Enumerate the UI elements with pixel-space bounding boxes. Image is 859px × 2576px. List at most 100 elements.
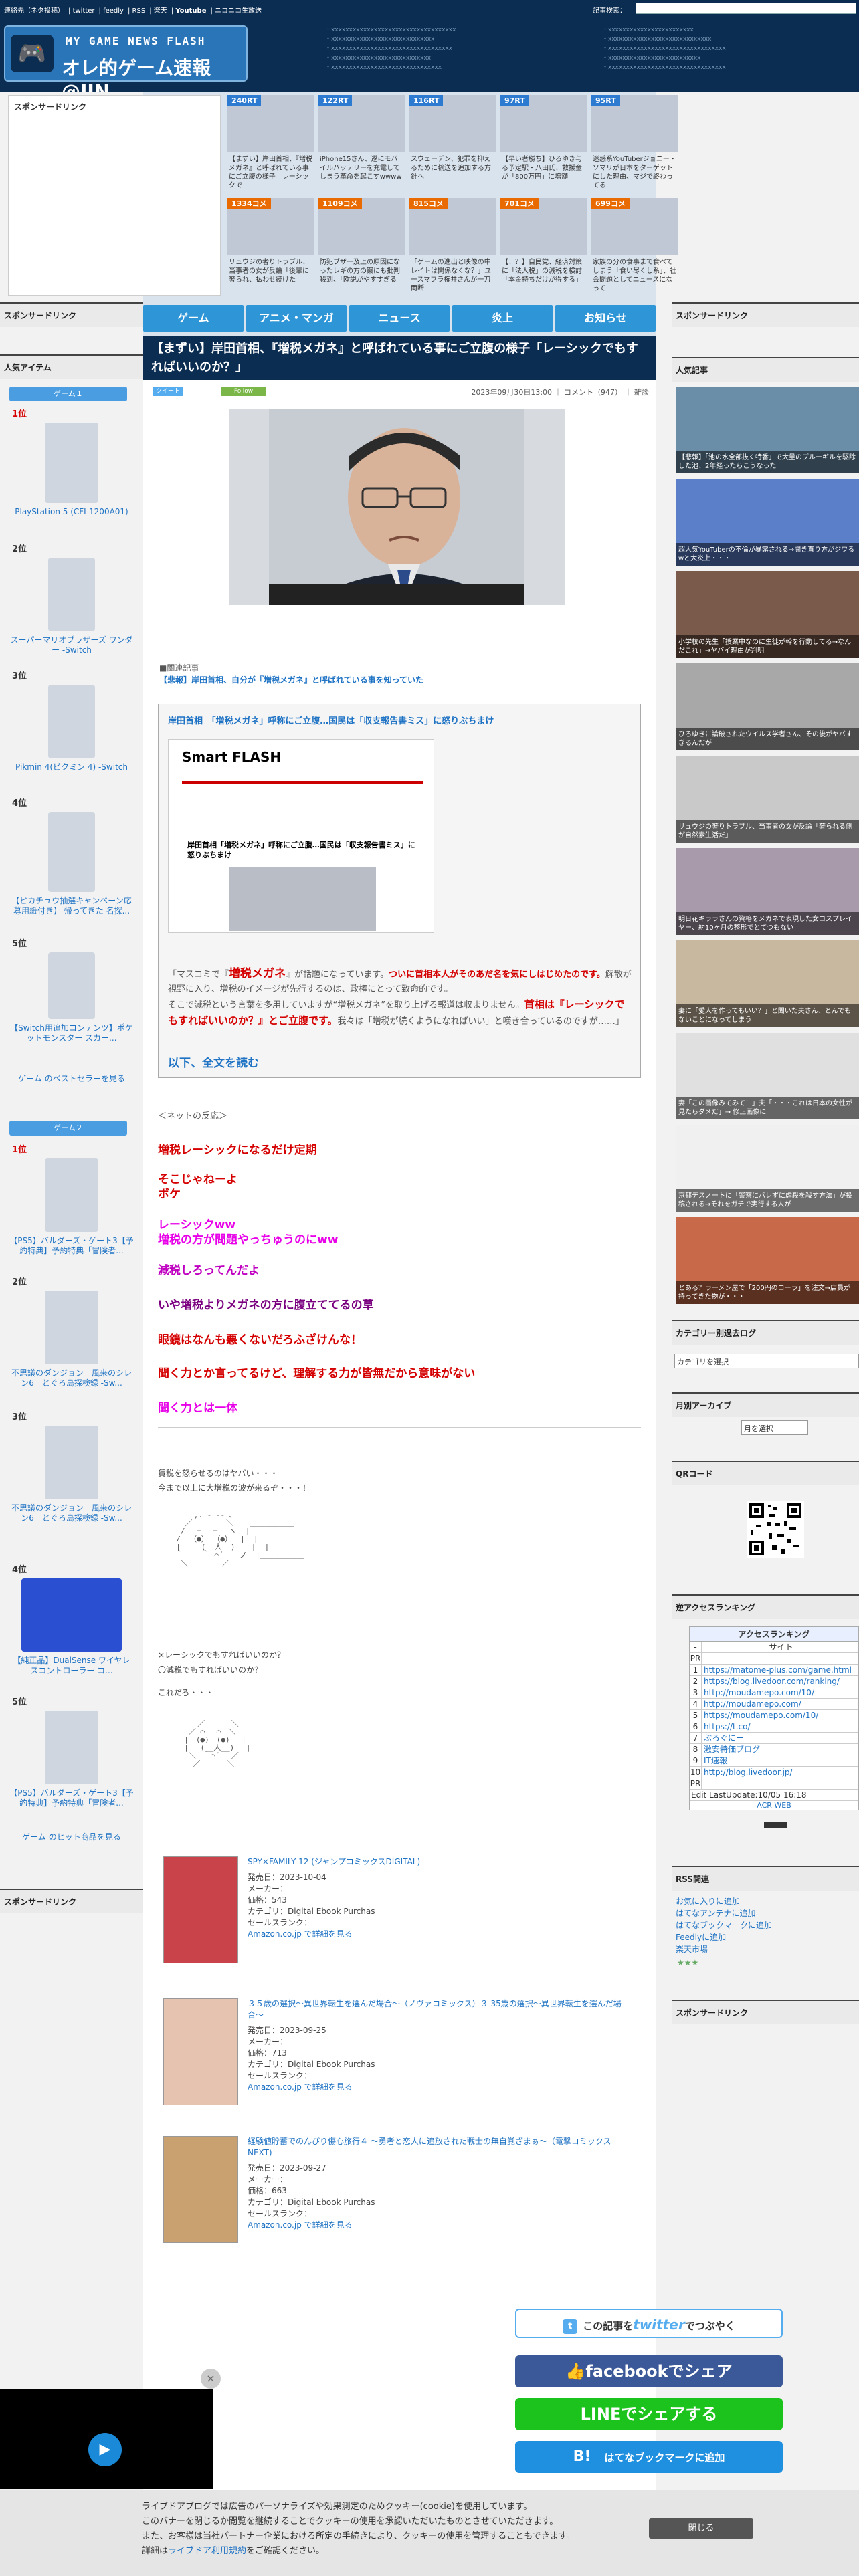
top-link-youtube[interactable]: Youtube bbox=[175, 7, 206, 15]
rss-link[interactable]: お気に入りに追加 bbox=[676, 1895, 772, 1907]
top-link-twitter[interactable]: twitter bbox=[73, 7, 95, 15]
ranking-site[interactable]: http://blog.livedoor.jp/ bbox=[702, 1767, 793, 1778]
game2-more-link[interactable]: ゲーム のヒット商品を見る bbox=[9, 1831, 134, 1842]
product-item[interactable]: 不思議のダンジョン 風来のシレン6 とぐろ島探検録 -Sw... bbox=[9, 1291, 134, 1388]
popular-article[interactable]: 明日花キララさんの資格をメガネで表現した女コスプレイヤー、約10ヶ月の整形でとて… bbox=[676, 848, 859, 935]
nav-flame[interactable]: 炎上 bbox=[452, 305, 553, 332]
rss-link[interactable]: 楽天市場 bbox=[676, 1943, 772, 1955]
follow-button[interactable]: Follow bbox=[221, 387, 266, 396]
product-item[interactable]: 【ピカチュウ抽選キャンペーン応募用紙付き】 帰ってきた 名探... bbox=[9, 812, 134, 916]
ranking-site[interactable]: 激安特価ブログ bbox=[702, 1744, 760, 1755]
product-title[interactable]: ３５歳の選択～異世界転生を選んだ場合～（ノヴァコミックス）３ 35歳の選択～異世… bbox=[248, 1998, 629, 2021]
ranking-site[interactable]: http://moudamepo.com/ bbox=[702, 1699, 801, 1709]
popular-article[interactable]: ひろゆきに論破されたウイルス学者さん、その後がヤバすぎるんだが bbox=[676, 663, 859, 750]
product-item[interactable]: スーパーマリオブラザーズ ワンダー -Switch bbox=[9, 558, 134, 655]
ranking-row[interactable]: 1 https://matome-plus.com/game.html bbox=[690, 1665, 858, 1676]
top-link-rakuten[interactable]: 楽天 bbox=[154, 7, 167, 15]
video-player[interactable]: × ▶ bbox=[0, 2369, 221, 2489]
top-link-niconico[interactable]: ニコニコ生放送 bbox=[215, 7, 262, 15]
ranking-row[interactable]: 6 https://t.co/ bbox=[690, 1721, 858, 1733]
feature-card[interactable]: 1109コメ 防犯ブザー及上の原因になったレギの方の案にも批判殺到、「欧説がやすす… bbox=[318, 198, 405, 285]
close-icon[interactable]: × bbox=[201, 2369, 221, 2389]
ranking-site[interactable]: https://t.co/ bbox=[702, 1721, 751, 1732]
ranking-site[interactable]: https://moudamepo.com/10/ bbox=[702, 1710, 818, 1721]
popular-article[interactable]: 京都デスノートに「警察にバレずに虐殺を殺す方法」が投稿される→それをガチで実行す… bbox=[676, 1125, 859, 1212]
feature-card[interactable]: 1334コメ リュウジの奢りトラブル、当事者の女が反論「後輩に奢られ、払わせ続けた bbox=[227, 198, 314, 285]
product-item[interactable]: Pikmin 4(ピクミン 4) -Switch bbox=[9, 685, 134, 772]
ranking-row[interactable]: 5 https://moudamepo.com/10/ bbox=[690, 1710, 858, 1721]
product-cover[interactable] bbox=[163, 1998, 238, 2105]
nav-game[interactable]: ゲーム bbox=[143, 305, 244, 332]
feature-card[interactable]: 240RT 【まずい】岸田首相、『増税メガネ』と呼ばれている事にご立腹の様子「レー… bbox=[227, 95, 314, 189]
nav-anime-manga[interactable]: アニメ・マンガ bbox=[246, 305, 347, 332]
hatena-share-button[interactable]: B! はてなブックマークに追加 bbox=[515, 2441, 783, 2473]
product-item[interactable]: 【純正品】DualSense ワイヤレスコントローラー コ... bbox=[9, 1578, 134, 1676]
popular-article[interactable]: 妻「この画像みてみて！」夫「・・・これは日本の女性が見たらダメだ」→ 修正画像に bbox=[676, 1033, 859, 1119]
related-link[interactable]: 【悲報】岸田首相、自分が『増税メガネ』と呼ばれている事を知っていた bbox=[159, 674, 423, 685]
top-link-feedly[interactable]: feedly bbox=[103, 7, 124, 15]
ranking-row[interactable]: 4 http://moudamepo.com/ bbox=[690, 1699, 858, 1710]
category-select[interactable]: カテゴリを選択 bbox=[674, 1354, 859, 1368]
product-item[interactable]: 不思議のダンジョン 風来のシレン6 とぐろ島探検録 -Sw... bbox=[9, 1426, 134, 1523]
ranking-site[interactable]: http://moudamepo.com/10/ bbox=[702, 1687, 814, 1698]
feature-card[interactable]: 815コメ 「ゲームの進出と映像の中レイトは関係なくな？」ユースマフラ権井さんが一… bbox=[409, 198, 496, 292]
product-title[interactable]: 経験値貯蓄でのんびり傷心旅行４ ～勇者と恋人に追放された戦士の無自覚ざまぁ～（電… bbox=[248, 2136, 629, 2159]
feature-card[interactable]: 95RT 迷惑系YouTuberジョニー・ソマリが日本をターゲットにした理由、マジ… bbox=[591, 95, 678, 189]
top-link-contact[interactable]: 連絡先（ネタ投稿） bbox=[4, 7, 64, 15]
ranking-row[interactable]: 8 激安特価ブログ bbox=[690, 1744, 858, 1755]
game1-more-link[interactable]: ゲーム のベストセラーを見る bbox=[9, 1073, 134, 1084]
ranking-site[interactable]: https://matome-plus.com/game.html bbox=[702, 1665, 852, 1675]
product-item[interactable]: 【Switch用追加コンテンツ】ポケットモンスター スカー... bbox=[9, 952, 134, 1043]
product-item[interactable]: 【PS5】バルダーズ・ゲート3【予約特典】予約特典「冒険者... bbox=[9, 1711, 134, 1808]
rss-link[interactable]: はてなブックマークに追加 bbox=[676, 1919, 772, 1931]
ranking-site[interactable]: IT速報 bbox=[702, 1755, 727, 1766]
popular-article[interactable]: 超人気YouTuberの不倫が暴露される→開き直り方がジワるwと大炎上・・・ bbox=[676, 479, 859, 566]
product-cover[interactable] bbox=[163, 1856, 238, 1963]
article-main-photo bbox=[229, 409, 565, 605]
popular-article[interactable]: 妻に「愛人を作ってもいい？」と聞いた夫さん、とんでもないことになってしまう bbox=[676, 940, 859, 1027]
product-link[interactable]: Amazon.co.jp で詳細を見る bbox=[248, 1929, 629, 1940]
product-title[interactable]: SPY×FAMILY 12 (ジャンプコミックスDIGITAL) bbox=[248, 1856, 629, 1868]
rss-link[interactable]: Feedlyに追加 bbox=[676, 1931, 772, 1943]
feature-card[interactable]: 122RT iPhone15さん、遂にモバイルバッテリーを充電してしまう革命を起こ… bbox=[318, 95, 405, 182]
play-icon[interactable]: ▶ bbox=[88, 2433, 122, 2466]
product-link[interactable]: Amazon.co.jp で詳細を見る bbox=[248, 2220, 629, 2231]
product-cover[interactable] bbox=[163, 2136, 238, 2243]
popular-article[interactable]: 小学校の先生「授業中なのに生徒が幹を行動してる→なんだこれ」→ヤバイ理由が判明 bbox=[676, 571, 859, 658]
tweet-button[interactable]: ツイート bbox=[153, 387, 183, 396]
cookie-close-button[interactable]: 閉じる bbox=[649, 2518, 753, 2539]
search-input[interactable] bbox=[636, 3, 856, 14]
ranking-row[interactable]: 10 http://blog.livedoor.jp/ bbox=[690, 1767, 858, 1778]
ranking-row[interactable]: 3 http://moudamepo.com/10/ bbox=[690, 1687, 858, 1699]
feature-card[interactable]: 699コメ 家族の分の食事まで食べてしまう「食い尽くし系」、社会問題としてニュース… bbox=[591, 198, 678, 292]
ranking-footer-link[interactable]: ACR WEB bbox=[690, 1801, 858, 1810]
archive-select[interactable]: 月を選択 bbox=[741, 1420, 808, 1435]
top-link-rss[interactable]: RSS bbox=[132, 7, 146, 15]
product-item[interactable]: 【PS5】バルダーズ・ゲート3【予約特典】予約特典「冒険者... bbox=[9, 1158, 134, 1256]
rss-link[interactable]: はてなアンテナに追加 bbox=[676, 1907, 772, 1919]
ranking-site[interactable]: https://blog.livedoor.com/ranking/ bbox=[702, 1676, 840, 1687]
ranking-row[interactable]: 7 ぶろぐにー bbox=[690, 1733, 858, 1744]
tab-game1[interactable]: ゲーム１ bbox=[9, 387, 127, 401]
terms-link[interactable]: ライブドア利用規約 bbox=[168, 2546, 246, 2556]
popular-article[interactable]: 【悲報】「池の水全部抜く特番」で大量のブルーギルを駆除した池、2年経ったらこうな… bbox=[676, 387, 859, 473]
quote-title[interactable]: 岸田首相 「増税メガネ」呼称にご立腹…国民は「収支報告書ミス」に怒りぶちまけ bbox=[168, 714, 494, 726]
feature-card[interactable]: 701コメ 【！？】自民党、経済対策に「法人税」の減税を検討「本金持ちだけが得する… bbox=[500, 198, 587, 285]
product-item[interactable]: PlayStation 5 (CFI-1200A01) bbox=[9, 423, 134, 517]
feature-card[interactable]: 116RT スウェーデン、犯罪を抑えるために輸送を追加する方針へ bbox=[409, 95, 496, 182]
ranking-row[interactable]: 2 https://blog.livedoor.com/ranking/ bbox=[690, 1676, 858, 1687]
ranking-site[interactable]: ぶろぐにー bbox=[702, 1733, 744, 1743]
product-link[interactable]: Amazon.co.jp で詳細を見る bbox=[248, 2082, 629, 2093]
facebook-share-button[interactable]: 👍facebookでシェア bbox=[515, 2355, 783, 2387]
read-more-link[interactable]: 以下、全文を読む bbox=[168, 1053, 259, 1070]
nav-news[interactable]: ニュース bbox=[349, 305, 450, 332]
site-logo[interactable]: 🎮 MY GAME NEWS FLASH オレ的ゲーム速報@JIN bbox=[4, 25, 248, 102]
feature-card[interactable]: 97RT 【早い者勝ち】ひろゆき与る予定駅・八田氏、救援金が「800万円」に増額 bbox=[500, 95, 587, 182]
line-share-button[interactable]: LINEでシェアする bbox=[515, 2398, 783, 2430]
twitter-share-button[interactable]: t この記事をtwitterでつぶやく bbox=[515, 2309, 783, 2338]
popular-article[interactable]: リュウジの奢りトラブル、当事者の女が反論「奢られる側が自然素生活だ」 bbox=[676, 756, 859, 843]
tab-game2[interactable]: ゲーム２ bbox=[9, 1121, 127, 1136]
popular-article[interactable]: とある？ラーメン屋で「200円のコーラ」を注文→店員が持ってきた物が・・・ bbox=[676, 1217, 859, 1304]
nav-notice[interactable]: お知らせ bbox=[555, 305, 656, 332]
ranking-row[interactable]: 9 IT速報 bbox=[690, 1755, 858, 1767]
